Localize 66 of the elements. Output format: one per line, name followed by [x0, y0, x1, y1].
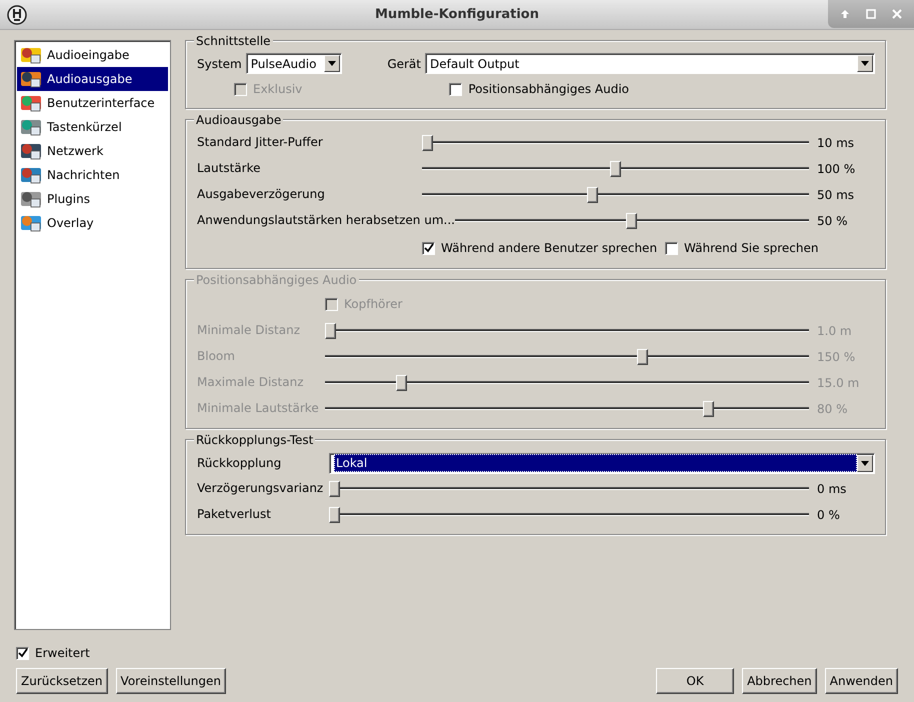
slider-label: Anwendungslautstärken herabsetzen um...	[197, 214, 455, 228]
sidebar-item[interactable]: Plugins	[17, 187, 168, 211]
caret-icon	[861, 460, 869, 466]
slider-thumb[interactable]	[610, 161, 621, 177]
slider[interactable]	[329, 480, 809, 498]
checkbox[interactable]	[449, 82, 462, 96]
checkbox-label: Während andere Benutzer sprechen	[441, 240, 658, 257]
slider-value: 10 ms	[817, 135, 856, 152]
slider-value: 100 %	[817, 161, 856, 178]
slider-label: Paketverlust	[197, 508, 272, 522]
slider-label: Minimale Distanz	[197, 324, 301, 338]
slider-value: 150 %	[817, 349, 856, 366]
sidebar-item[interactable]: Benutzerinterface	[17, 91, 168, 115]
dialog-button[interactable]: Abbrechen	[742, 668, 817, 694]
slider-thumb[interactable]	[422, 135, 433, 151]
slider-label: Standard Jitter-Puffer	[197, 136, 324, 150]
slider-value: 50 %	[817, 213, 848, 230]
slider-value: 80 %	[817, 401, 848, 418]
slider-thumb[interactable]	[329, 481, 340, 497]
dialog-button[interactable]: OK	[656, 668, 734, 694]
system-dropdown[interactable]: PulseAudio	[246, 53, 342, 74]
slider-value: 1.0 m	[817, 323, 853, 340]
slider-label: Maximale Distanz	[197, 376, 305, 390]
caret-icon	[328, 61, 336, 66]
checkbox[interactable]	[16, 646, 29, 660]
checkbox-label: Kopfhörer	[344, 296, 402, 313]
slider-label: Bloom	[197, 350, 236, 364]
slider-thumb[interactable]	[587, 187, 598, 203]
sidebar-item[interactable]: Nachrichten	[17, 163, 168, 187]
slider-value: 50 ms	[817, 187, 856, 204]
field-label: System	[197, 56, 242, 72]
slider-value: 0 ms	[817, 481, 848, 498]
field-label: Gerät	[387, 56, 421, 72]
slider-value: 0 %	[817, 507, 841, 524]
device-dropdown[interactable]: Default Output	[425, 53, 875, 74]
slider[interactable]	[422, 134, 809, 152]
sidebar-item[interactable]: Overlay	[17, 211, 168, 235]
sidebar-item[interactable]: Audioausgabe	[17, 67, 168, 91]
dialog-button[interactable]: Anwenden	[824, 668, 898, 694]
slider-thumb[interactable]	[626, 213, 638, 229]
feedback-dropdown[interactable]: Lokal	[329, 452, 875, 474]
slider[interactable]	[329, 506, 809, 524]
caret-icon	[861, 61, 869, 66]
checkbox-label: Während Sie sprechen	[684, 240, 818, 257]
window-title: Mumble-Konfiguration	[375, 6, 539, 24]
checkbox-label: Exklusiv	[253, 81, 302, 98]
slider-value: 15.0 m	[817, 375, 860, 392]
slider-label: Minimale Lautstärke	[197, 402, 320, 416]
slider-thumb[interactable]	[329, 507, 340, 523]
checkbox[interactable]	[422, 242, 435, 254]
checkbox-label: Positionsabhängiges Audio	[468, 81, 629, 98]
slider-label: Ausgabeverzögerung	[197, 188, 326, 202]
slider-label: Lautstärke	[197, 162, 262, 176]
sidebar-item[interactable]: Netzwerk	[17, 139, 168, 163]
slider[interactable]	[422, 160, 809, 178]
field-label: Rückkopplung	[197, 455, 282, 472]
sidebar-item[interactable]: Tastenkürzel	[17, 115, 168, 139]
sidebar-item[interactable]: Audioeingabe	[17, 43, 168, 67]
slider[interactable]	[422, 186, 809, 204]
slider[interactable]	[454, 212, 809, 230]
checkbox-label: Erweitert	[35, 645, 90, 662]
checkbox[interactable]	[665, 242, 678, 254]
dialog-button[interactable]: Zurücksetzen	[16, 668, 108, 694]
app-icon	[7, 5, 27, 25]
slider-label: Verzögerungsvarianz	[197, 482, 324, 496]
dialog-button[interactable]: Voreinstellungen	[116, 668, 226, 694]
